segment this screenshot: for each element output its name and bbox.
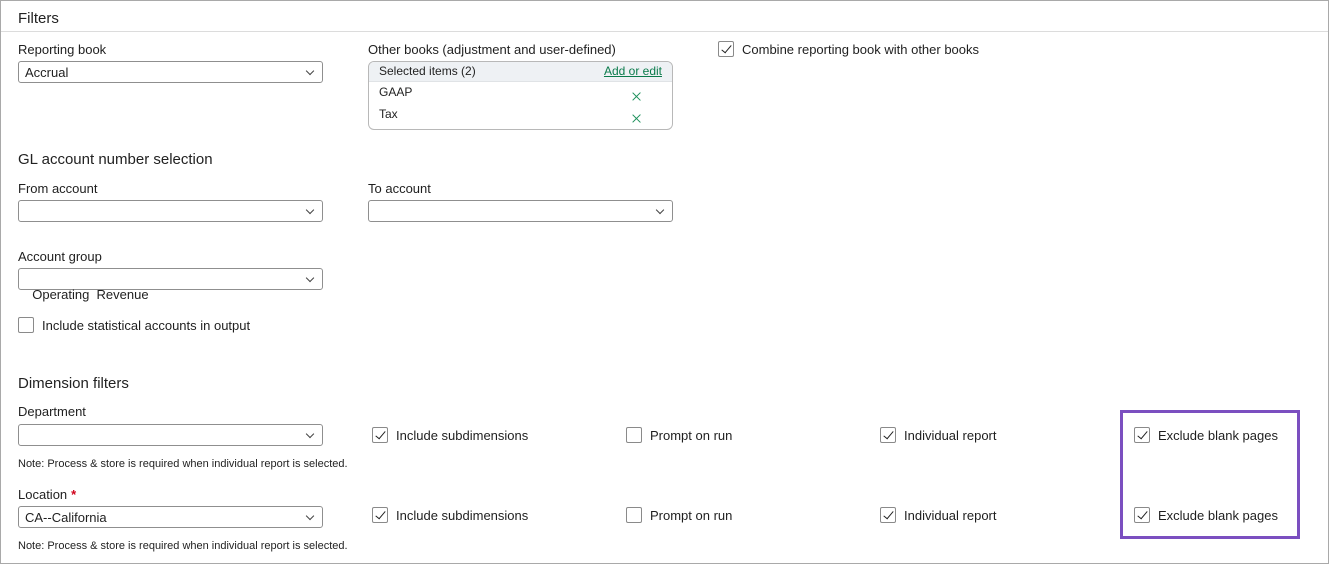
title-divider [1, 31, 1328, 32]
chevron-down-icon [305, 66, 315, 76]
department-include-subdimensions-checkbox[interactable] [372, 427, 388, 443]
reporting-book-value: Accrual [25, 65, 69, 80]
from-account-select[interactable] [18, 200, 323, 222]
chevron-down-icon [305, 205, 315, 215]
chevron-down-icon [305, 273, 315, 283]
selected-item-gaap: GAAP [379, 85, 413, 99]
include-statistical-checkbox[interactable] [18, 317, 34, 333]
location-label: Location [18, 487, 68, 502]
location-prompt-on-run-label: Prompt on run [650, 508, 733, 523]
chevron-down-icon [655, 205, 665, 215]
include-statistical-label: Include statistical accounts in output [42, 318, 251, 333]
exclude-blank-pages-highlight [1120, 410, 1300, 539]
location-label-wrap: Location * [18, 487, 76, 502]
combine-books-label: Combine reporting book with other books [742, 42, 980, 57]
remove-gaap-icon[interactable] [631, 91, 642, 102]
chevron-down-icon [305, 511, 315, 521]
multiselect-header: Selected items (2) Add or edit [369, 62, 672, 82]
other-books-label: Other books (adjustment and user-defined… [368, 42, 616, 57]
department-prompt-on-run-checkbox[interactable] [626, 427, 642, 443]
location-individual-report-checkbox[interactable] [880, 507, 896, 523]
remove-tax-icon[interactable] [631, 113, 642, 124]
gl-section-title: GL account number selection [18, 151, 213, 168]
to-account-label: To account [368, 181, 431, 196]
department-note: Note: Process & store is required when i… [18, 458, 348, 470]
dimension-section-title: Dimension filters [18, 375, 129, 392]
location-prompt-on-run-checkbox[interactable] [626, 507, 642, 523]
from-account-label: From account [18, 181, 98, 196]
location-individual-report-label: Individual report [904, 508, 997, 523]
selected-items-count: Selected items (2) [379, 64, 476, 78]
department-individual-report-label: Individual report [904, 428, 997, 443]
to-account-select[interactable] [368, 200, 673, 222]
account-group-label: Account group [18, 249, 102, 264]
account-group-select[interactable]: Operating Revenue [18, 268, 323, 302]
location-include-subdimensions-checkbox[interactable] [372, 507, 388, 523]
department-label: Department [18, 404, 86, 419]
department-individual-report-checkbox[interactable] [880, 427, 896, 443]
location-value: CA--California [25, 510, 107, 525]
other-books-multiselect: Selected items (2) Add or edit GAAP Tax [368, 61, 673, 130]
chevron-down-icon [305, 429, 315, 439]
location-include-subdimensions-label: Include subdimensions [396, 508, 529, 523]
department-include-subdimensions-label: Include subdimensions [396, 428, 529, 443]
location-select[interactable]: CA--California [18, 506, 323, 528]
combine-books-checkbox[interactable] [718, 41, 734, 57]
location-note: Note: Process & store is required when i… [18, 540, 348, 552]
department-prompt-on-run-label: Prompt on run [650, 428, 733, 443]
add-or-edit-link[interactable]: Add or edit [604, 64, 662, 78]
account-group-value: Operating Revenue [32, 287, 149, 302]
department-select[interactable] [18, 424, 323, 446]
required-mark: * [71, 487, 77, 502]
reporting-book-select[interactable]: Accrual [18, 61, 323, 83]
panel-title: Filters [18, 10, 59, 27]
reporting-book-label: Reporting book [18, 42, 107, 57]
selected-item-tax: Tax [379, 107, 398, 121]
